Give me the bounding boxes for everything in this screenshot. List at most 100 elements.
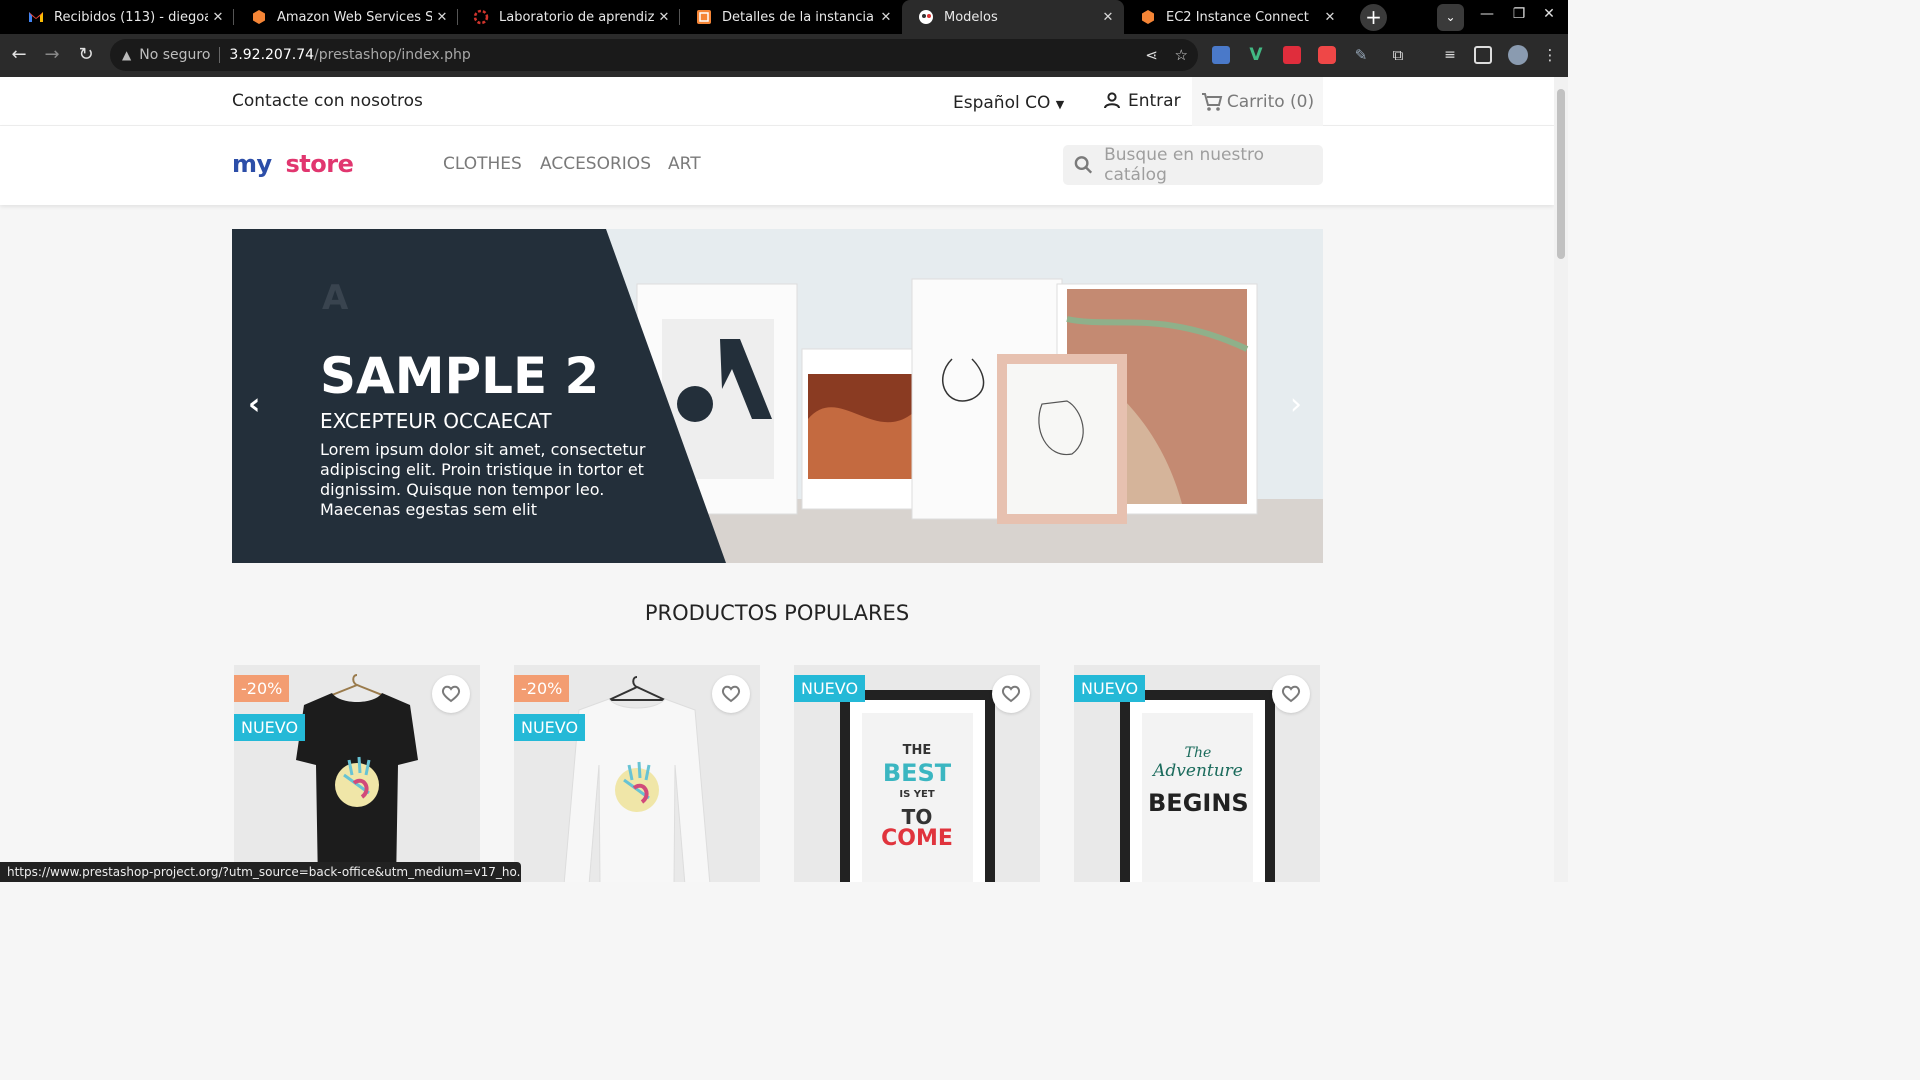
close-tab-icon[interactable]: ✕	[876, 10, 896, 25]
logo-part-store: store	[285, 150, 354, 178]
poster-frame: THE BEST IS YET TO COME	[840, 690, 995, 882]
side-panel-icon[interactable]	[1474, 46, 1492, 64]
address-bar[interactable]: ▲ No seguro 3.92.207.74 /prestashop/inde…	[110, 39, 1198, 71]
store-header: my store CLOTHES ACCESORIOS ART Busque e…	[0, 126, 1554, 205]
popular-products-title: PRODUCTOS POPULARES	[644, 601, 910, 625]
wishlist-heart-icon[interactable]	[992, 675, 1030, 713]
login-label: Entrar	[1128, 91, 1181, 111]
slider-next-icon[interactable]: ›	[1290, 387, 1302, 422]
search-placeholder: Busque en nuestro catálog	[1104, 145, 1265, 185]
media-control-icon[interactable]: ≡	[1441, 46, 1459, 64]
vue-devtools-icon[interactable]: V	[1247, 46, 1265, 64]
tab-search-button[interactable]: ⌄	[1437, 4, 1464, 31]
contact-link[interactable]: Contacte con nosotros	[232, 91, 423, 111]
poster-line: The	[1184, 745, 1212, 761]
tab-title: Amazon Web Services Sign	[277, 9, 432, 25]
discount-badge: -20%	[234, 675, 290, 702]
browser-toolbar: ← → ↻ ▲ No seguro 3.92.207.74 /prestasho…	[0, 34, 1568, 77]
minimize-icon[interactable]: —	[1476, 6, 1498, 22]
kebab-menu-icon[interactable]: ⋮	[1541, 46, 1559, 64]
user-icon	[1104, 92, 1120, 109]
poster-text: The Adventure BEGINS	[1148, 745, 1249, 817]
close-tab-icon[interactable]: ✕	[208, 10, 228, 25]
menu-item-art[interactable]: ART	[668, 154, 701, 174]
search-input[interactable]: Busque en nuestro catálog	[1063, 145, 1323, 185]
search-icon	[1074, 156, 1093, 174]
prestashop-icon	[919, 10, 933, 24]
tab-modelos[interactable]: Modelos ✕	[902, 0, 1124, 34]
store-logo[interactable]: my store	[232, 150, 354, 178]
bookmark-star-icon[interactable]: ☆	[1175, 46, 1188, 64]
warning-icon[interactable]: ▲	[122, 48, 131, 62]
logo-part-my: my	[232, 150, 272, 178]
caret-down-icon: ▼	[1055, 98, 1065, 111]
wishlist-heart-icon[interactable]	[1272, 675, 1310, 713]
page-scrollbar[interactable]	[1554, 77, 1568, 882]
menu-item-accesorios[interactable]: ACCESORIOS	[540, 154, 651, 174]
poster-line: TO	[901, 805, 933, 829]
new-tab-button[interactable]: +	[1360, 4, 1387, 31]
store-page: Contacte con nosotros Español CO ▼ Entra…	[0, 77, 1554, 882]
poster-line: COME	[881, 826, 953, 851]
tab-aws-signin[interactable]: Amazon Web Services Sign ✕	[234, 0, 458, 34]
tab-title: Detalles de la instancia | E	[722, 9, 876, 25]
slider-title: SAMPLE 2	[320, 347, 600, 405]
extension-red-icon[interactable]	[1283, 46, 1301, 64]
profile-avatar[interactable]	[1508, 45, 1528, 65]
address-host: 3.92.207.74	[229, 47, 315, 63]
close-tab-icon[interactable]: ✕	[432, 10, 452, 25]
gmail-icon	[29, 12, 43, 22]
extensions-puzzle-icon[interactable]: ⧉	[1389, 46, 1407, 64]
close-tab-icon[interactable]: ✕	[654, 10, 674, 25]
tab-lab[interactable]: Laboratorio de aprendizaj ✕	[458, 0, 680, 34]
tab-title: Laboratorio de aprendizaj	[499, 9, 654, 25]
menu-item-clothes[interactable]: CLOTHES	[443, 154, 522, 174]
aws-console-icon	[697, 10, 711, 24]
hero-slider[interactable]: A SAMPLE 2 EXCEPTEUR OCCAECAT Lorem ipsu…	[232, 229, 1323, 563]
pen-extension-icon[interactable]: ✎	[1352, 46, 1370, 64]
cart-label: Carrito (0)	[1226, 91, 1315, 112]
product-card[interactable]: The Adventure BEGINS NUEVO	[1074, 665, 1320, 882]
address-divider	[219, 47, 221, 63]
poster-line: BEST	[882, 759, 952, 787]
product-card[interactable]: -20% NUEVO	[234, 665, 480, 882]
new-badge: NUEVO	[1074, 675, 1146, 702]
wishlist-heart-icon[interactable]	[712, 675, 750, 713]
address-path: /prestashop/index.php	[314, 47, 471, 63]
cart-button[interactable]: Carrito (0)	[1192, 77, 1323, 126]
tab-instance-details[interactable]: Detalles de la instancia | E ✕	[680, 0, 902, 34]
cart-icon	[1201, 92, 1223, 111]
login-link[interactable]: Entrar	[1102, 91, 1181, 111]
tab-gmail[interactable]: Recibidos (113) - diegoagr ✕	[0, 0, 234, 34]
share-icon[interactable]: ⋖	[1145, 46, 1158, 64]
translate-extension-icon[interactable]	[1212, 46, 1230, 64]
reload-icon[interactable]: ↻	[75, 44, 97, 66]
store-top-nav: Contacte con nosotros Español CO ▼ Entra…	[0, 77, 1554, 126]
tab-ec2-connect[interactable]: EC2 Instance Connect ✕	[1124, 0, 1346, 34]
poster-frame: The Adventure BEGINS	[1120, 690, 1275, 882]
product-card[interactable]: THE BEST IS YET TO COME NUEVO	[794, 665, 1040, 882]
new-badge: NUEVO	[794, 675, 866, 702]
forward-icon[interactable]: →	[41, 44, 63, 66]
discount-badge: -20%	[514, 675, 570, 702]
product-card[interactable]: -20% NUEVO	[514, 665, 760, 882]
language-selector[interactable]: Español CO ▼	[953, 93, 1064, 113]
poster-line: Adventure	[1153, 761, 1243, 781]
close-tab-icon[interactable]: ✕	[1098, 10, 1118, 25]
restore-icon[interactable]: ❐	[1508, 6, 1530, 22]
status-bar-url: https://www.prestashop-project.org/?utm_…	[0, 862, 521, 882]
wishlist-heart-icon[interactable]	[432, 675, 470, 713]
close-tab-icon[interactable]: ✕	[1320, 10, 1340, 25]
scrollbar-thumb[interactable]	[1557, 89, 1565, 259]
aws-icon	[253, 10, 265, 24]
extension-save-icon[interactable]	[1318, 46, 1336, 64]
slider-logo-mark: A	[322, 278, 349, 318]
back-icon[interactable]: ←	[8, 44, 30, 66]
poster-line: IS YET	[899, 789, 935, 800]
tab-title: Recibidos (113) - diegoagr	[54, 9, 208, 25]
slider-subtitle: EXCEPTEUR OCCAECAT	[320, 409, 552, 433]
slider-prev-icon[interactable]: ‹	[248, 387, 260, 422]
close-window-icon[interactable]: ✕	[1538, 6, 1560, 22]
security-label[interactable]: No seguro	[139, 47, 210, 63]
new-badge: NUEVO	[234, 714, 306, 741]
